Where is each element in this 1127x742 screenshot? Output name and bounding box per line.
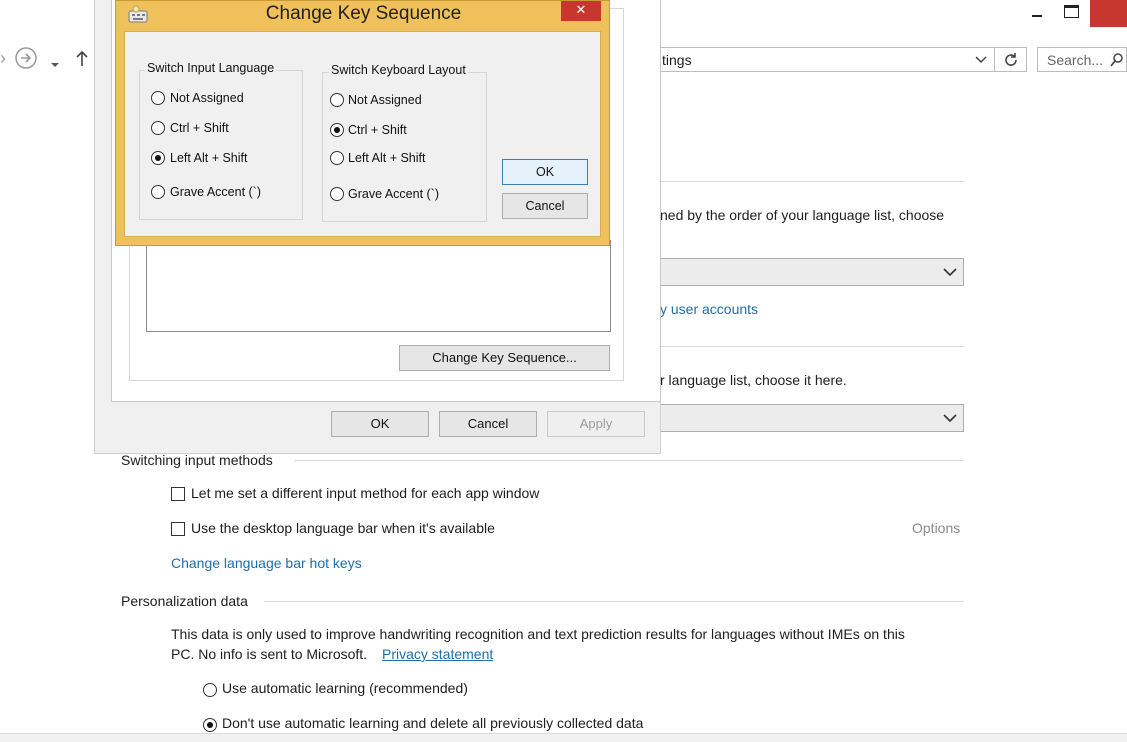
input-left-alt-shift-radio[interactable]: [151, 151, 165, 165]
layout-not-assigned-radio[interactable]: [330, 93, 344, 107]
privacy-statement-link[interactable]: Privacy statement: [382, 646, 493, 662]
address-dropdown-icon[interactable]: [975, 56, 987, 64]
change-language-bar-hot-keys-link[interactable]: Change language bar hot keys: [171, 555, 362, 571]
layout-not-assigned-label[interactable]: Not Assigned: [348, 93, 422, 107]
order-description: ned by the order of your language list, …: [660, 207, 945, 223]
desktop-language-bar-label[interactable]: Use the desktop language bar when it's a…: [191, 520, 495, 536]
chevron-down-icon: [943, 414, 957, 422]
automatic-learning-label[interactable]: Use automatic learning (recommended): [222, 680, 468, 696]
maximize-icon: [1064, 5, 1079, 18]
address-bar[interactable]: tings: [660, 47, 995, 72]
dialog-body: Switch Input Language Not Assigned Ctrl …: [124, 31, 601, 237]
forward-arrow-icon[interactable]: [14, 46, 38, 70]
desktop-language-bar-checkbox[interactable]: [171, 522, 185, 536]
no-automatic-learning-radio[interactable]: [203, 718, 217, 732]
per-app-input-method-checkbox[interactable]: [171, 487, 185, 501]
options-link: Options: [912, 520, 961, 536]
dialog-apply-button[interactable]: Apply: [547, 411, 645, 437]
input-not-assigned-radio[interactable]: [151, 91, 165, 105]
minimize-button[interactable]: [1030, 5, 1046, 21]
divider: [660, 181, 964, 182]
search-box[interactable]: Search...: [1037, 47, 1127, 72]
refresh-icon: [1005, 53, 1017, 66]
switching-input-methods-header: Switching input methods: [121, 452, 273, 468]
window-close-button[interactable]: [1090, 0, 1127, 27]
input-left-alt-shift-label[interactable]: Left Alt + Shift: [170, 151, 247, 165]
dialog-close-button[interactable]: ✕: [561, 1, 601, 21]
search-input[interactable]: Search...: [1047, 52, 1103, 68]
layout-grave-accent-label[interactable]: Grave Accent (`): [348, 187, 439, 201]
search-icon[interactable]: [1110, 53, 1123, 67]
automatic-learning-radio[interactable]: [203, 683, 217, 697]
no-automatic-learning-label[interactable]: Don't use automatic learning and delete …: [222, 715, 643, 731]
language-list-description: r language list, choose it here.: [660, 372, 847, 388]
hotkey-list[interactable]: [146, 240, 611, 332]
dialog-ok-button[interactable]: OK: [331, 411, 429, 437]
input-not-assigned-label[interactable]: Not Assigned: [170, 91, 244, 105]
change-key-sequence-button[interactable]: Change Key Sequence...: [399, 345, 610, 371]
chevron-down-icon: [943, 268, 957, 276]
refresh-button[interactable]: [995, 47, 1027, 72]
input-grave-accent-radio[interactable]: [151, 185, 165, 199]
layout-grave-accent-radio[interactable]: [330, 187, 344, 201]
input-method-override-select[interactable]: [660, 258, 964, 286]
personalization-description-line2: PC. No info is sent to Microsoft.: [171, 646, 368, 662]
apply-to-user-accounts-link[interactable]: y user accounts: [660, 301, 758, 317]
layout-ctrl-shift-label[interactable]: Ctrl + Shift: [348, 123, 407, 137]
layout-left-alt-shift-label[interactable]: Left Alt + Shift: [348, 151, 425, 165]
key-dialog-ok-button[interactable]: OK: [502, 159, 588, 185]
dialog-title: Change Key Sequence: [265, 3, 462, 24]
key-dialog-cancel-button[interactable]: Cancel: [502, 193, 588, 219]
personalization-data-header: Personalization data: [121, 593, 248, 609]
up-arrow-icon[interactable]: [74, 50, 90, 68]
dialog-cancel-button[interactable]: Cancel: [439, 411, 537, 437]
minimize-icon: [1032, 15, 1042, 17]
back-arrow-icon[interactable]: ›: [0, 48, 12, 70]
input-ctrl-shift-radio[interactable]: [151, 121, 165, 135]
maximize-button[interactable]: [1064, 5, 1082, 21]
layout-left-alt-shift-radio[interactable]: [330, 151, 344, 165]
layout-ctrl-shift-radio[interactable]: [330, 123, 344, 137]
display-language-override-select[interactable]: [660, 404, 964, 432]
divider: [294, 460, 964, 461]
change-key-sequence-dialog: Change Key Sequence ✕ Switch Input Langu…: [115, 0, 610, 246]
input-ctrl-shift-label[interactable]: Ctrl + Shift: [170, 121, 229, 135]
input-grave-accent-label[interactable]: Grave Accent (`): [170, 185, 261, 199]
history-dropdown-icon[interactable]: [50, 55, 60, 67]
address-text: tings: [662, 52, 692, 68]
personalization-description-line1: This data is only used to improve handwr…: [171, 626, 905, 642]
close-icon: ✕: [575, 2, 587, 17]
per-app-input-method-label[interactable]: Let me set a different input method for …: [191, 485, 539, 501]
switch-input-language-title: Switch Input Language: [145, 61, 277, 75]
divider: [264, 601, 964, 602]
divider: [660, 346, 964, 347]
switch-keyboard-layout-title: Switch Keyboard Layout: [329, 63, 468, 77]
